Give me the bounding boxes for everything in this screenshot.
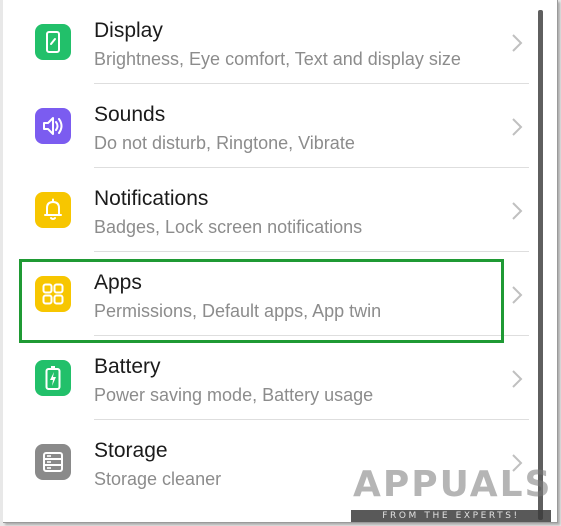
settings-item-title: Storage [94,439,168,462]
settings-item-notifications[interactable]: Notifications Badges, Lock screen notifi… [3,168,533,252]
settings-item-subtitle: Storage cleaner [94,469,222,489]
settings-item-title: Notifications [94,187,209,210]
display-icon [35,24,71,60]
settings-item-title: Battery [94,355,161,378]
settings-item-display[interactable]: Display Brightness, Eye comfort, Text an… [3,0,533,84]
chevron-right-icon [512,370,523,388]
settings-item-subtitle: Do not disturb, Ringtone, Vibrate [94,133,355,153]
watermark-text: APPUALS [353,464,553,505]
settings-item-sounds[interactable]: Sounds Do not disturb, Ringtone, Vibrate [3,84,533,168]
appuals-watermark: APPUALS FROM THE EXPERTS! [345,460,555,522]
speaker-icon [35,108,71,144]
watermark-tagline: FROM THE EXPERTS! [351,510,551,522]
settings-screen: Display Brightness, Eye comfort, Text an… [3,0,558,523]
battery-icon [35,360,71,396]
apps-highlight-box [19,259,504,343]
chevron-right-icon [512,286,523,304]
settings-item-battery[interactable]: Battery Power saving mode, Battery usage [3,336,533,420]
chevron-right-icon [512,118,523,136]
chevron-right-icon [512,202,523,220]
chevron-right-icon [512,34,523,52]
bell-icon [35,192,71,228]
settings-item-title: Display [94,19,163,42]
settings-item-subtitle: Badges, Lock screen notifications [94,217,363,237]
settings-item-subtitle: Power saving mode, Battery usage [94,385,374,405]
scrollbar[interactable] [538,10,543,520]
settings-item-title: Sounds [94,103,166,126]
settings-item-subtitle: Brightness, Eye comfort, Text and displa… [94,49,461,69]
storage-icon [35,444,71,480]
